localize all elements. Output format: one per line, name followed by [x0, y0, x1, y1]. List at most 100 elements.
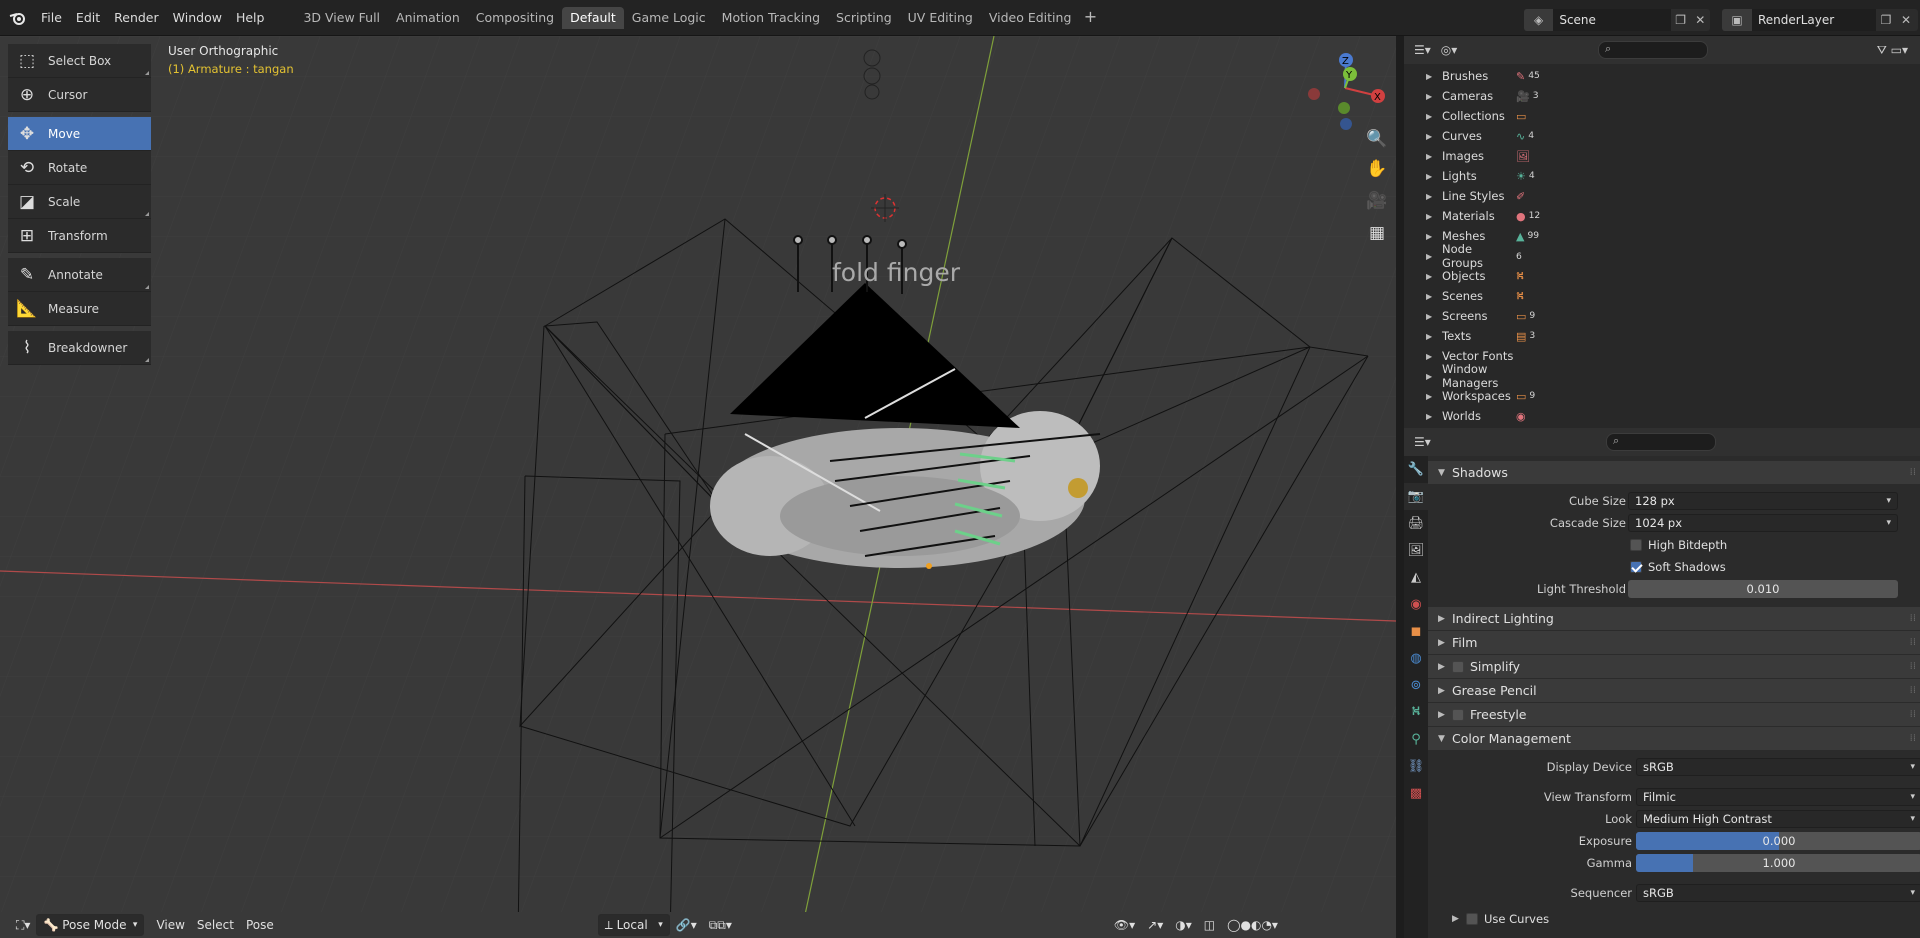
tab-scripting[interactable]: Scripting	[828, 7, 900, 29]
expand-arrow-icon[interactable]: ▶	[1426, 212, 1434, 221]
panel-simplify[interactable]: ▶ Simplify ⁞⁞	[1428, 654, 1920, 678]
outliner-row[interactable]: ▶ Brushes ✎ 45	[1404, 66, 1920, 86]
expand-arrow-icon[interactable]: ▶	[1426, 132, 1434, 141]
modifier-tab-icon[interactable]: ◍	[1404, 645, 1428, 672]
cascade-size-dropdown[interactable]: 1024 px ▾	[1628, 514, 1898, 532]
tool-move[interactable]: ✥ Move	[8, 117, 151, 151]
output-tab-icon[interactable]: 🖨	[1404, 510, 1428, 537]
editor-type-icon[interactable]: ⛶▾	[10, 914, 36, 936]
view-transform-dropdown[interactable]: Filmic ▾	[1636, 788, 1920, 806]
drag-handle-icon[interactable]: ⁞⁞	[1910, 709, 1916, 720]
visibility-icon[interactable]: 👁▾	[1108, 914, 1141, 936]
tool-scale[interactable]: ◪ Scale	[8, 185, 151, 219]
pan-hand-icon[interactable]: ✋	[1362, 154, 1392, 184]
camera-view-icon[interactable]: 🎥	[1362, 186, 1392, 216]
tool-cursor[interactable]: ⊕ Cursor	[8, 78, 151, 112]
exposure-slider[interactable]: 0.000	[1636, 832, 1920, 850]
tab-motion-tracking[interactable]: Motion Tracking	[714, 7, 828, 29]
scene-selector[interactable]: ◈ Scene ❐ ✕	[1524, 9, 1710, 31]
menu-view[interactable]: View	[150, 914, 190, 936]
tool-transform[interactable]: ⊞ Transform	[8, 219, 151, 253]
view-layer-tab-icon[interactable]: 🖼	[1404, 537, 1428, 564]
drag-handle-icon[interactable]: ⁞⁞	[1910, 637, 1916, 648]
soft-shadows-checkbox[interactable]: Soft Shadows	[1630, 560, 1726, 574]
outliner-row[interactable]: ▶ Objects ⛕	[1404, 266, 1920, 286]
expand-arrow-icon[interactable]: ▶	[1426, 92, 1434, 101]
expand-arrow-icon[interactable]: ▶	[1426, 332, 1434, 341]
menu-pose[interactable]: Pose	[240, 914, 280, 936]
properties-search-input[interactable]: ⌕	[1606, 433, 1716, 451]
filter-icon[interactable]: ⛛ ▭▾	[1877, 43, 1908, 58]
expand-arrow-icon[interactable]: ▶	[1426, 232, 1434, 241]
panel-freestyle[interactable]: ▶ Freestyle ⁞⁞	[1428, 702, 1920, 726]
snap-icon[interactable]: 🔗▾	[670, 914, 703, 936]
outliner-row[interactable]: ▶ Worlds ◉	[1404, 406, 1920, 426]
tool-annotate[interactable]: ✎ Annotate	[8, 258, 151, 292]
scene-tab-icon[interactable]: ◭	[1404, 564, 1428, 591]
expand-arrow-icon[interactable]: ▶	[1426, 72, 1434, 81]
outliner-row[interactable]: ▶ Collections ▭	[1404, 106, 1920, 126]
object-tab-icon[interactable]: ◼	[1404, 618, 1428, 645]
menu-window[interactable]: Window	[166, 7, 229, 29]
expand-arrow-icon[interactable]: ▶	[1426, 172, 1434, 181]
gamma-slider[interactable]: 1.000	[1636, 854, 1920, 872]
expand-arrow-icon[interactable]: ▶	[1426, 112, 1434, 121]
transform-orientation-selector[interactable]: ⟂ Local ▾	[597, 914, 670, 936]
outliner-row[interactable]: ▶ Window Managers	[1404, 362, 1920, 390]
texture-tab-icon[interactable]: ▩	[1404, 780, 1428, 807]
display-mode-icon[interactable]: ◎▾	[1441, 43, 1458, 57]
drag-handle-icon[interactable]: ⁞⁞	[1910, 685, 1916, 696]
bone-constraint-tab-icon[interactable]: ⛓	[1404, 753, 1428, 780]
zoom-icon[interactable]: 🔍	[1362, 124, 1392, 154]
render-tab-icon[interactable]: 📷	[1404, 483, 1428, 510]
expand-arrow-icon[interactable]: ▶	[1426, 272, 1434, 281]
tool-rotate[interactable]: ⟲ Rotate	[8, 151, 151, 185]
panel-film[interactable]: ▶ Film ⁞⁞	[1428, 630, 1920, 654]
menu-file[interactable]: File	[34, 7, 69, 29]
use-curves-row[interactable]: ▶ Use Curves	[1428, 908, 1920, 930]
magnet-icon[interactable]: ⧉⧉▾	[703, 914, 738, 936]
high-bitdepth-checkbox[interactable]: High Bitdepth	[1630, 538, 1727, 552]
tool-select-box[interactable]: ⬚ Select Box	[8, 44, 151, 78]
blender-logo-icon[interactable]	[8, 8, 28, 28]
outliner-row[interactable]: ▶ Scenes ⛕	[1404, 286, 1920, 306]
outliner-row[interactable]: ▶ Images 🖼	[1404, 146, 1920, 166]
menu-edit[interactable]: Edit	[69, 7, 107, 29]
delete-scene-icon[interactable]: ✕	[1690, 13, 1710, 27]
3d-viewport[interactable]: fold finger User Orthographic (1) Armatu…	[0, 36, 1396, 938]
menu-help[interactable]: Help	[229, 7, 272, 29]
panel-shadows[interactable]: ▼ Shadows ⁞⁞	[1428, 460, 1920, 484]
overlay-toggle-icon[interactable]: ◑▾	[1169, 914, 1198, 936]
display-device-dropdown[interactable]: sRGB ▾	[1636, 758, 1920, 776]
drag-handle-icon[interactable]: ⁞⁞	[1910, 613, 1916, 624]
add-workspace-button[interactable]: +	[1079, 7, 1101, 29]
delete-layer-icon[interactable]: ✕	[1896, 13, 1916, 27]
gizmo-toggle-icon[interactable]: ↗▾	[1141, 914, 1169, 936]
scene-name[interactable]: Scene	[1553, 9, 1671, 31]
tool-tab-icon[interactable]: 🔧	[1404, 456, 1428, 483]
bone-tab-icon[interactable]: ⚲	[1404, 726, 1428, 753]
outliner-row[interactable]: ▶ Screens ▭ 9	[1404, 306, 1920, 326]
tab-default[interactable]: Default	[562, 6, 624, 29]
editor-type-icon[interactable]: ☰▾	[1414, 435, 1431, 449]
tab-3d-view-full[interactable]: 3D View Full	[295, 7, 388, 29]
outliner-row[interactable]: ▶ Materials ● 12	[1404, 206, 1920, 226]
expand-arrow-icon[interactable]: ▶	[1426, 312, 1434, 321]
outliner-row[interactable]: ▶ Node Groups 6	[1404, 242, 1920, 270]
menu-render[interactable]: Render	[107, 7, 166, 29]
tab-video-editing[interactable]: Video Editing	[981, 7, 1080, 29]
expand-arrow-icon[interactable]: ▶	[1426, 292, 1434, 301]
drag-handle-icon[interactable]: ⁞⁞	[1910, 467, 1916, 478]
expand-arrow-icon[interactable]: ▶	[1426, 192, 1434, 201]
xray-toggle-icon[interactable]: ◫	[1198, 914, 1221, 936]
physics-tab-icon[interactable]: ⊚	[1404, 672, 1428, 699]
expand-arrow-icon[interactable]: ▶	[1426, 352, 1434, 361]
drag-handle-icon[interactable]: ⁞⁞	[1910, 733, 1916, 744]
freestyle-checkbox[interactable]	[1452, 708, 1464, 721]
outliner-row[interactable]: ▶ Workspaces ▭ 9	[1404, 386, 1920, 406]
expand-arrow-icon[interactable]: ▶	[1426, 252, 1434, 261]
cube-size-dropdown[interactable]: 128 px ▾	[1628, 492, 1898, 510]
menu-select[interactable]: Select	[191, 914, 240, 936]
drag-handle-icon[interactable]: ⁞⁞	[1910, 661, 1916, 672]
light-threshold-field[interactable]: 0.010	[1628, 580, 1898, 598]
